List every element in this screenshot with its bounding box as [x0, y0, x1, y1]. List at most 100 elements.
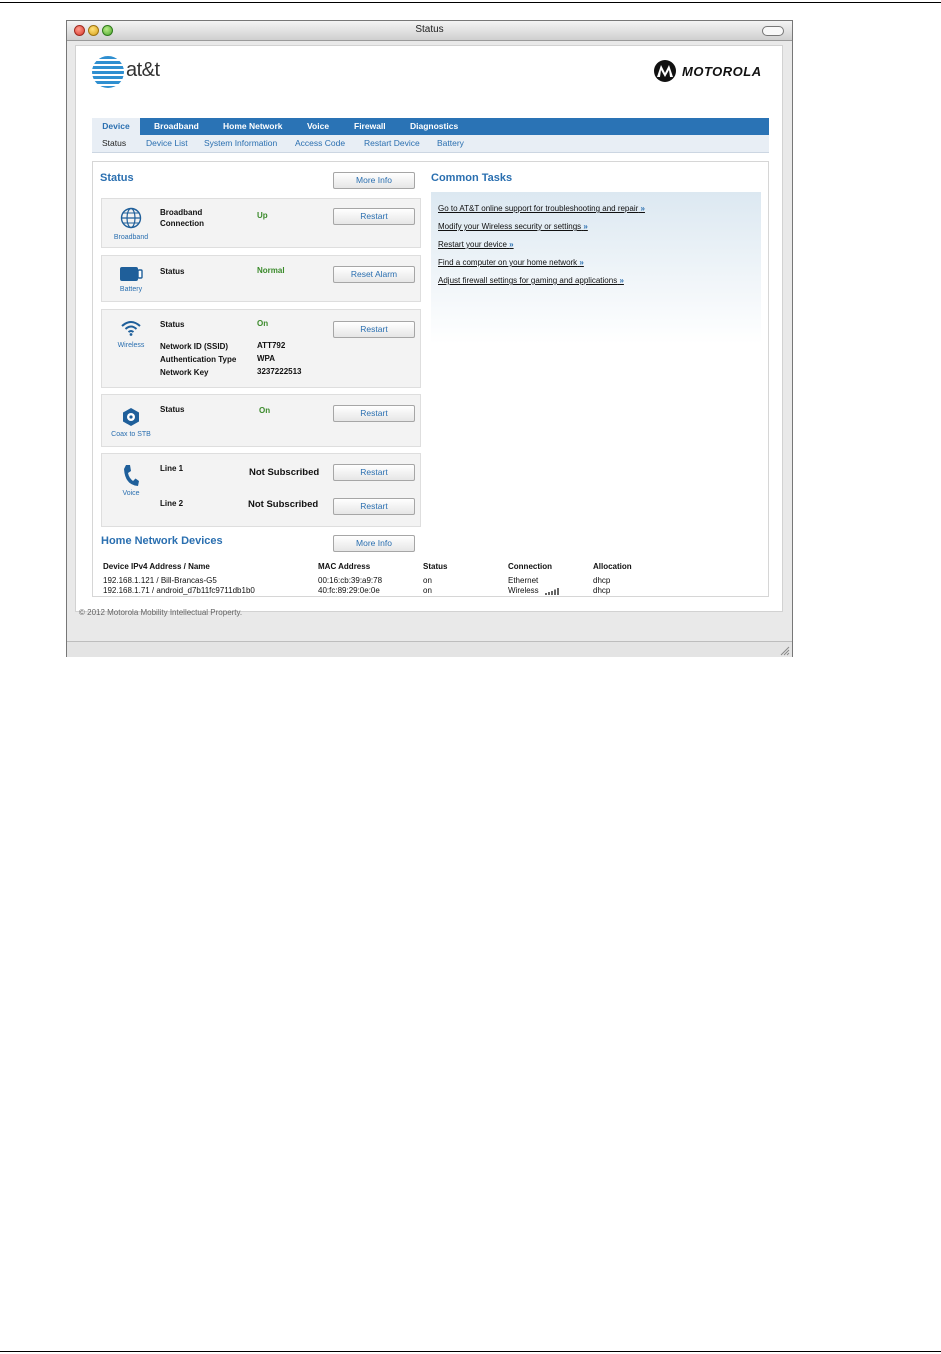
ssid-label: Network ID (SSID)	[160, 342, 229, 351]
battery-status-value: Normal	[257, 266, 285, 275]
auth-type-value: WPA	[257, 354, 276, 363]
ssid-value: ATT792	[257, 341, 286, 350]
subtab-device-list[interactable]: Device List	[146, 135, 188, 152]
task-link-restart-device[interactable]: Restart your device »	[438, 240, 514, 249]
coax-connector-icon	[102, 407, 160, 432]
browser-window: Status at&t MOTOROLA Device Broadband Ho…	[66, 20, 793, 657]
task-link-att-support[interactable]: Go to AT&T online support for troublesho…	[438, 204, 645, 213]
home-network-heading: Home Network Devices	[101, 535, 223, 547]
battery-card: Battery Status Normal Reset Alarm	[101, 255, 421, 302]
battery-caption: Battery	[119, 286, 143, 293]
line1-value: Not Subscribed	[249, 467, 320, 478]
column-header-allocation: Allocation	[593, 562, 632, 571]
page-content: at&t MOTOROLA Device Broadband Home Netw…	[75, 45, 783, 612]
phone-icon	[102, 464, 160, 493]
line2-label: Line 2	[160, 499, 184, 508]
task-link-label: Modify your Wireless security or setting…	[438, 222, 582, 231]
toolbar-toggle-button[interactable]	[762, 26, 784, 36]
page-top-rule	[0, 2, 941, 3]
sub-nav: Status Device List System Information Ac…	[92, 135, 769, 153]
wireless-caption: Wireless	[117, 342, 145, 349]
tab-diagnostics[interactable]: Diagnostics	[410, 118, 458, 135]
status-heading: Status	[100, 172, 134, 184]
subtab-status[interactable]: Status	[102, 135, 126, 152]
line2-restart-button[interactable]: Restart	[333, 498, 415, 515]
chevron-right-icon: »	[509, 240, 514, 249]
wireless-status-label: Status	[160, 320, 185, 329]
tab-home-network[interactable]: Home Network	[223, 118, 283, 135]
connection-cell: Wireless	[508, 586, 539, 595]
window-titlebar: Status	[67, 21, 792, 41]
broadband-restart-button[interactable]: Restart	[333, 208, 415, 225]
reset-alarm-button[interactable]: Reset Alarm	[333, 266, 415, 283]
window-status-bar	[67, 641, 792, 657]
line2-value: Not Subscribed	[248, 499, 319, 510]
task-link-label: Go to AT&T online support for troublesho…	[438, 204, 639, 213]
auth-type-label: Authentication Type	[160, 355, 237, 364]
wireless-status-value: On	[257, 319, 269, 328]
wireless-restart-button[interactable]: Restart	[333, 321, 415, 338]
chevron-right-icon: »	[579, 258, 584, 267]
line1-restart-button[interactable]: Restart	[333, 464, 415, 481]
subtab-system-information[interactable]: System Information	[204, 135, 277, 152]
column-header-mac: MAC Address	[318, 562, 371, 571]
motorola-logo: MOTOROLA	[654, 60, 772, 84]
task-link-find-computer[interactable]: Find a computer on your home network »	[438, 258, 584, 267]
common-tasks-box: Go to AT&T online support for troublesho…	[431, 192, 761, 344]
att-logo[interactable]: at&t	[92, 56, 192, 90]
main-nav: Device Broadband Home Network Voice Fire…	[92, 118, 769, 135]
connection-cell: Ethernet	[508, 576, 539, 585]
coax-caption: Coax to STB	[111, 431, 151, 438]
line1-label: Line 1	[160, 464, 184, 473]
page-bottom-rule	[0, 1351, 941, 1352]
motorola-batwing-icon	[654, 60, 676, 82]
task-link-firewall-settings[interactable]: Adjust firewall settings for gaming and …	[438, 276, 624, 285]
status-cell: on	[423, 576, 432, 585]
window-title: Status	[415, 24, 444, 35]
common-tasks-heading: Common Tasks	[431, 172, 513, 184]
status-panel: Status More Info Broadband Broadband Con…	[92, 161, 769, 597]
task-link-label: Restart your device	[438, 240, 507, 249]
network-key-label: Network Key	[160, 368, 209, 377]
broadband-card: Broadband Broadband Connection Up Restar…	[101, 198, 421, 248]
battery-icon	[102, 266, 160, 287]
att-wordmark: at&t	[126, 59, 160, 81]
chevron-right-icon: »	[619, 276, 624, 285]
connection-cell-wrap: Wireless	[508, 586, 559, 595]
home-network-more-info-button[interactable]: More Info	[333, 535, 415, 552]
coax-status-label: Status	[160, 405, 185, 414]
broadband-caption: Broadband	[113, 234, 149, 241]
voice-card: Voice Line 1 Not Subscribed Restart Line…	[101, 453, 421, 527]
mac-cell: 00:16:cb:39:a9:78	[318, 576, 383, 585]
wireless-card: Wireless Status On Restart Network ID (S…	[101, 309, 421, 388]
tab-firewall[interactable]: Firewall	[354, 118, 386, 135]
tab-voice[interactable]: Voice	[307, 118, 329, 135]
coax-card: Coax to STB Status On Restart	[101, 394, 421, 447]
allocation-cell: dhcp	[593, 576, 611, 585]
battery-status-label: Status	[160, 267, 185, 276]
tab-broadband[interactable]: Broadband	[154, 118, 199, 135]
status-cell: on	[423, 586, 432, 595]
coax-restart-button[interactable]: Restart	[333, 405, 415, 422]
tab-device[interactable]: Device	[92, 118, 140, 135]
status-more-info-button[interactable]: More Info	[333, 172, 415, 189]
mac-cell: 40:fc:89:29:0e:0e	[318, 586, 380, 595]
broadband-connection-label: Broadband Connection	[160, 208, 204, 228]
allocation-cell: dhcp	[593, 586, 611, 595]
subtab-access-code[interactable]: Access Code	[295, 135, 345, 152]
resize-grip-icon[interactable]	[780, 646, 790, 656]
network-key-value: 3237222513	[257, 367, 302, 376]
task-link-label: Adjust firewall settings for gaming and …	[438, 276, 618, 285]
motorola-wordmark: MOTOROLA	[682, 64, 762, 79]
coax-status-value: On	[259, 406, 271, 415]
task-link-wireless-security[interactable]: Modify your Wireless security or setting…	[438, 222, 588, 231]
att-globe-icon	[92, 56, 124, 88]
column-header-connection: Connection	[508, 562, 552, 571]
chevron-right-icon: »	[640, 204, 645, 213]
column-header-status: Status	[423, 562, 448, 571]
device-cell: 192.168.1.121 / Bill-Brancas-G5	[103, 576, 217, 585]
task-link-label: Find a computer on your home network	[438, 258, 578, 267]
subtab-restart-device[interactable]: Restart Device	[364, 135, 420, 152]
globe-icon	[102, 207, 160, 234]
subtab-battery[interactable]: Battery	[437, 135, 464, 152]
